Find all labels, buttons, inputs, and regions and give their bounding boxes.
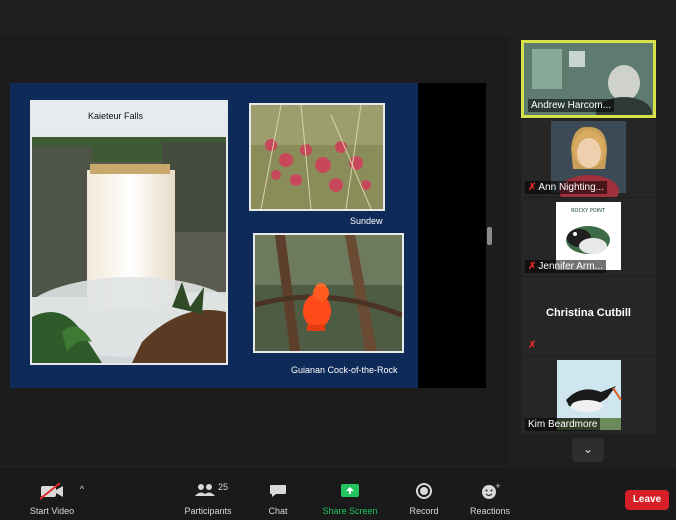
participants-icon: 25 (170, 482, 246, 502)
video-options-caret[interactable]: ^ (72, 468, 92, 520)
video-tile-jennifer[interactable]: ROCKY POINT ✗ Jennifer Arm... (521, 198, 656, 276)
participant-name: Kim Beardmore (525, 418, 601, 431)
record-label: Record (409, 506, 439, 516)
meeting-toolbar: Start Video ^ 25 Participants Chat Share… (0, 468, 676, 520)
cock-of-the-rock-photo (253, 233, 404, 353)
shared-slide: Kaieteur Falls Sundew Guianan Cock-of-th… (10, 83, 418, 388)
reactions-button[interactable]: + Reactions (452, 468, 528, 520)
participants-button[interactable]: 25 Participants (170, 468, 246, 520)
video-tile-christina[interactable]: Christina Cutbill ✗ (521, 277, 656, 355)
participant-name: Christina Cutbill (546, 307, 631, 319)
mic-muted-icon: ✗ (528, 261, 537, 272)
mic-muted-icon: ✗ (528, 340, 537, 351)
chat-icon (240, 482, 316, 502)
falls-caption: Kaieteur Falls (88, 111, 144, 121)
chat-button[interactable]: Chat (240, 468, 316, 520)
record-icon (386, 482, 462, 502)
video-tile-ann[interactable]: ✗ Ann Nighting... (521, 119, 656, 197)
participant-name: ✗ Ann Nighting... (525, 181, 607, 194)
share-screen-label: Share Screen (322, 506, 378, 516)
leave-button[interactable]: Leave (625, 490, 669, 510)
chat-label: Chat (268, 506, 288, 516)
share-screen-button[interactable]: Share Screen (312, 468, 388, 520)
resize-handle[interactable] (487, 227, 492, 245)
video-tile-kim[interactable]: Kim Beardmore (521, 356, 656, 434)
mic-status: ✗ (525, 339, 541, 352)
sundew-photo (249, 103, 385, 211)
top-bar (0, 0, 676, 36)
participant-name: Andrew Harcom... (528, 99, 615, 112)
participant-count: 25 (218, 482, 229, 492)
bird-caption: Guianan Cock-of-the-Rock (291, 365, 398, 375)
shared-screen-black-strip (418, 83, 486, 388)
svg-text:ROCKY POINT: ROCKY POINT (571, 208, 606, 214)
svg-text:+: + (495, 482, 501, 490)
sundew-caption: Sundew (350, 216, 383, 226)
record-button[interactable]: Record (386, 468, 462, 520)
caret-up-icon: ^ (79, 484, 85, 494)
video-tile-andrew[interactable]: Andrew Harcom... (521, 40, 656, 118)
participant-name: ✗ Jennifer Arm... (525, 260, 606, 273)
chevron-down-icon[interactable]: ⌄ (572, 438, 604, 462)
reactions-label: Reactions (469, 506, 511, 516)
kaieteur-falls-photo: Kaieteur Falls (30, 100, 228, 365)
mic-muted-icon: ✗ (528, 182, 537, 193)
participants-label: Participants (184, 506, 232, 516)
share-screen-icon (312, 482, 388, 502)
reactions-icon: + (452, 482, 528, 502)
